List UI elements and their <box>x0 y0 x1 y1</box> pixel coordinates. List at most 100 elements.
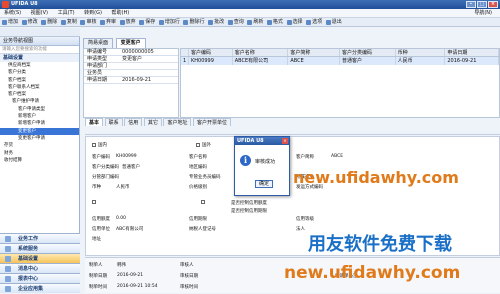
toolbar-delete-button[interactable]: 删除 <box>41 18 57 26</box>
request-date-value[interactable]: 2016-09-21 <box>120 77 178 83</box>
tree-item-maintain-request[interactable]: 客户维护申请 <box>0 98 79 105</box>
tab-simple-desktop[interactable]: 简易桌面 <box>83 38 114 48</box>
grid-header: 客户编码 客户名称 客户简称 客户分类编码 币种 申请日期 <box>181 49 499 57</box>
message-dialog: UFIDA U8 × i 审核成功 确定 <box>234 136 290 196</box>
toolbar-unaudit-button[interactable]: 弃审 <box>100 18 116 26</box>
maximize-button[interactable]: □ <box>477 1 487 8</box>
sidebar-tree: 供应商档案 客户分类 客户档案 客户联系人档案 客户档案 客户维护申请 客户申请… <box>0 62 79 164</box>
menu-tools[interactable]: 工具(T) <box>54 9 79 18</box>
nav-business-button[interactable]: 业务工作 <box>0 233 80 243</box>
name-label: 客户名称 <box>189 155 207 160</box>
menu-system[interactable]: 系统(S) <box>0 9 25 18</box>
sidebar-toolbar <box>0 28 80 37</box>
tree-item-vendor[interactable]: 供应商档案 <box>0 62 79 69</box>
field-label: 业务员 <box>87 70 103 76</box>
table-row[interactable]: 1 KH00999 ABCE有限公司 ABCE 普通客户 人民币 2016-09… <box>181 57 499 65</box>
minimize-button[interactable]: – <box>466 1 476 8</box>
toolbar-query-button[interactable]: 查询 <box>227 18 244 26</box>
toolbar: 增加 修改 删除 复制 审核 弃审 放弃 保存 增加行 删除行 批改 查询 刷新… <box>0 18 500 27</box>
tree-item-request-type[interactable]: 客户申请类型 <box>0 106 79 113</box>
menu-bar: 系统(S) 视图(V) 工具(T) 转到(G) 帮助(H) 导航(N) <box>0 9 500 18</box>
grid-cell: 1 <box>181 57 189 65</box>
request-header-panel: 申请编号 0000000005 申请类型 变更客户 申请部门 业务员 申请日期 201… <box>83 48 179 118</box>
toolbar-select-button[interactable]: 选择 <box>286 18 303 26</box>
grid-cell: 普通客户 <box>340 57 396 65</box>
credit-term-checkbox[interactable] <box>201 200 207 206</box>
credit-limit-field[interactable]: 0.00 <box>116 216 126 221</box>
customer-code-field[interactable]: KH00999 <box>116 154 137 159</box>
nav-system-service-button[interactable]: 系统服务 <box>0 243 80 253</box>
tree-group-inventory[interactable]: 存货 <box>0 142 79 149</box>
menu-navigation[interactable]: 导航(N) <box>470 9 496 18</box>
detail-toolbar <box>85 126 500 135</box>
field-label: 申请日期 <box>87 77 108 83</box>
grid-cell: 人民币 <box>396 57 446 65</box>
grade-label: 信用等级 <box>296 217 314 222</box>
domestic-checkbox[interactable]: 国内 <box>92 142 107 148</box>
menu-help[interactable]: 帮助(H) <box>108 9 134 18</box>
toolbar-options-button[interactable]: 选项 <box>306 18 322 26</box>
menu-view[interactable]: 视图(V) <box>27 9 52 18</box>
tree-item-customer-class[interactable]: 客户分类 <box>0 69 79 76</box>
title-bar: UFIDA U8 – □ × <box>0 0 500 9</box>
region-label: 地区编码 <box>189 165 207 170</box>
menu-goto[interactable]: 转到(G) <box>80 9 106 18</box>
tab-change-customer[interactable]: 变更客户 <box>115 38 146 48</box>
foreign-checkbox[interactable]: 国外 <box>196 142 211 148</box>
tree-item-customer-archive-2[interactable]: 客户档案 <box>0 91 79 98</box>
salesman-value[interactable] <box>120 70 178 76</box>
make-date-value: 2016-09-21 <box>117 273 144 278</box>
toolbar-copy-button[interactable]: 复制 <box>60 18 77 26</box>
ok-button[interactable]: 确定 <box>255 180 273 188</box>
nav-report-center-button[interactable]: 报表中心 <box>0 273 80 283</box>
toolbar-save-button[interactable]: 保存 <box>139 18 155 26</box>
tree-group-settlement[interactable]: 收付结算 <box>0 157 79 164</box>
close-button[interactable]: × <box>488 1 498 8</box>
nav-enterprise-apps-button[interactable]: 企业应用集 <box>0 283 80 293</box>
sidebar-title: 业务导航视图 <box>0 37 79 46</box>
code-label: 客户编码 <box>92 155 110 160</box>
customer-short-field[interactable]: ABCE <box>331 154 343 159</box>
tree-item-new-customer[interactable]: 新增客户 <box>0 113 79 120</box>
nav-basic-settings-button[interactable]: 基础设置 <box>0 253 80 263</box>
toolbar-audit-button[interactable]: 审核 <box>80 18 96 26</box>
dialog-close-button[interactable]: × <box>282 138 288 144</box>
credit-limit-checkbox[interactable] <box>92 200 98 206</box>
customer-class-field[interactable]: 普通客户 <box>122 164 140 170</box>
sidebar-section-title[interactable]: 基础设置 <box>0 54 79 62</box>
customer-grid: 客户编码 客户名称 客户简称 客户分类编码 币种 申请日期 1 KH00999 … <box>180 48 500 118</box>
tree-item-customer-contact[interactable]: 客户联系人档案 <box>0 84 79 91</box>
toolbar-cancel-button[interactable]: 放弃 <box>119 18 136 26</box>
tree-item-change-customer-request[interactable]: 变更客户申请 <box>0 135 79 142</box>
toolbar-batch-button[interactable]: 批改 <box>208 18 224 26</box>
app-logo-icon <box>2 1 9 8</box>
nav-message-center-button[interactable]: 消息中心 <box>0 263 80 273</box>
tree-item-change-customer[interactable]: 变更客户 <box>0 127 79 135</box>
request-no-value[interactable]: 0000000005 <box>120 49 178 55</box>
tree-item-customer-archive[interactable]: 客户档案 <box>0 77 79 84</box>
sidebar-search-input[interactable]: 请输入您要搜索的功能 <box>0 46 79 54</box>
toolbar-format-button[interactable]: 格式 <box>266 18 283 26</box>
request-dept-value[interactable] <box>120 63 178 69</box>
grid-header-cell: 申请日期 <box>445 49 499 56</box>
document-tabs: 简易桌面 变更客户 <box>83 38 147 48</box>
currency-field[interactable]: 人民币 <box>116 184 130 190</box>
watermark-slogan: 用友软件免费下载 <box>308 234 452 255</box>
toolbar-add-row-button[interactable]: 增加行 <box>158 18 180 26</box>
tree-group-finance[interactable]: 财务 <box>0 150 79 157</box>
maker-label: 制单人 <box>89 263 103 268</box>
toolbar-refresh-button[interactable]: 刷新 <box>247 18 263 26</box>
request-type-value[interactable]: 变更客户 <box>120 56 178 62</box>
foreign-label: 国外 <box>202 143 211 148</box>
tree-item-new-customer-request[interactable]: 新增客户申请 <box>0 120 79 127</box>
dialog-message: 审核成功 <box>255 159 276 165</box>
credit-unit-field[interactable]: ABC有限公司 <box>116 226 143 232</box>
toolbar-add-button[interactable]: 增加 <box>2 18 18 26</box>
toolbar-edit-button[interactable]: 修改 <box>21 18 38 26</box>
domestic-label: 国内 <box>98 143 107 148</box>
toolbar-exit-button[interactable]: 退出 <box>325 18 342 26</box>
grid-cell: KH00999 <box>189 57 233 65</box>
toolbar-delete-row-button[interactable]: 删除行 <box>183 18 205 26</box>
grid-cell: ABCE有限公司 <box>233 57 289 65</box>
tax-label: 纳税人登记号 <box>189 227 216 232</box>
